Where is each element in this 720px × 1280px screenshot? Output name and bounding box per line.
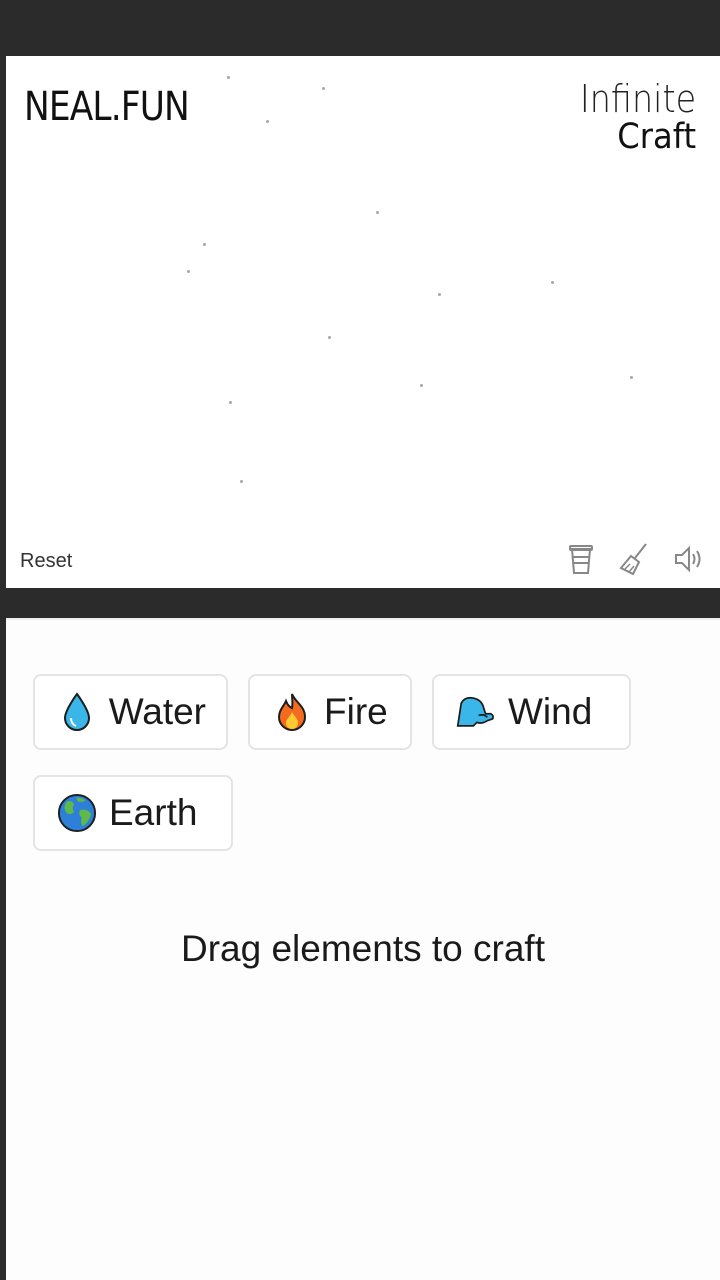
earth-globe-icon <box>57 793 97 833</box>
element-fire[interactable]: Fire <box>248 674 412 750</box>
particle <box>420 384 423 387</box>
element-label: Water <box>108 691 206 732</box>
particle <box>376 211 379 214</box>
particle <box>203 243 206 246</box>
element-water[interactable]: Water <box>33 674 228 750</box>
app-frame: NEAL.FUN Infinite Craft Reset Water Fire… <box>0 0 720 1280</box>
reset-button[interactable]: Reset <box>20 550 72 573</box>
particle <box>227 76 230 79</box>
infinite-craft-brand: Infinite Craft <box>564 80 696 155</box>
brand-title-line2: Craft <box>617 117 696 157</box>
water-drop-icon <box>57 692 97 732</box>
drag-hint: Drag elements to craft <box>181 928 545 969</box>
particle <box>630 376 633 379</box>
broom-icon[interactable] <box>618 542 652 576</box>
top-status-bar <box>0 0 720 56</box>
wind-icon <box>456 692 496 732</box>
craft-canvas[interactable]: NEAL.FUN Infinite Craft Reset <box>6 62 720 588</box>
elements-panel: Water Fire Wind Earth Drag elements to c… <box>6 618 720 1280</box>
panel-divider <box>0 588 720 618</box>
particle <box>328 336 331 339</box>
element-label: Fire <box>324 691 388 732</box>
element-label: Earth <box>109 792 198 833</box>
fire-icon <box>272 692 312 732</box>
particle <box>266 120 269 123</box>
particle <box>551 281 554 284</box>
element-wind[interactable]: Wind <box>432 674 631 750</box>
particle <box>240 480 243 483</box>
brand-title-line1: Infinite <box>579 77 696 121</box>
element-label: Wind <box>508 691 593 732</box>
particle <box>187 270 190 273</box>
speaker-icon[interactable] <box>672 542 706 576</box>
particle <box>322 87 325 90</box>
coffee-cup-icon[interactable] <box>564 542 598 576</box>
particle <box>229 401 232 404</box>
canvas-tools <box>564 542 706 576</box>
particle <box>438 293 441 296</box>
element-earth[interactable]: Earth <box>33 775 233 851</box>
neal-fun-logo[interactable]: NEAL.FUN <box>24 84 190 130</box>
